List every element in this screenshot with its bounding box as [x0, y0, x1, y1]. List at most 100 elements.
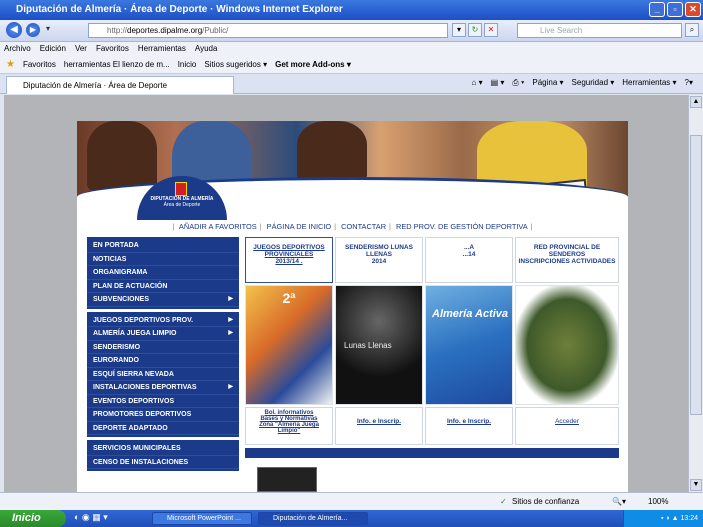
card-link-row: Bol. informativos Bases y Normativas Zona … — [245, 407, 619, 445]
fav-item-1[interactable]: herramientas El lienzo de m... — [64, 56, 170, 74]
sidebar-item-eurorando[interactable]: EURORANDO — [87, 354, 239, 368]
card-title-row: JUEGOS DEPORTIVOS PROVINCIALES 2013/14 . S… — [245, 237, 619, 283]
quick-launch-icons[interactable]: ◐ ◉ ▦ ▾ — [74, 512, 108, 523]
refresh-icon[interactable]: ↻ — [468, 23, 482, 37]
tray-icons[interactable]: ▪ ◑ ▲ — [661, 515, 680, 522]
poster-juegos-image[interactable]: 2ª — [245, 285, 333, 405]
fav-item-4[interactable]: Get more Add-ons ▾ — [275, 56, 351, 74]
clock: 13:24 — [680, 515, 698, 522]
scroll-up-icon[interactable]: ▲ — [690, 96, 702, 108]
fav-item-3[interactable]: Sitios sugeridos ▾ — [204, 56, 267, 74]
logo-subtitle: Área de Deporte — [163, 202, 201, 208]
browser-window: Diputación de Almería · Área de Deporte … — [0, 0, 703, 527]
tab-label: Diputación de Almería · Área de Deporte — [23, 81, 168, 90]
security-zone-label[interactable]: Sitios de confianza — [512, 493, 579, 511]
forward-icon[interactable]: ▶ — [26, 23, 40, 37]
sidebar-item-servicios-municipales[interactable]: SERVICIOS MUNICIPALES — [87, 442, 239, 456]
sidebar-item-almeria-juega-limpio[interactable]: ALMERÍA JUEGA LIMPIO ▶ — [87, 327, 239, 341]
sidebar-group: JUEGOS DEPORTIVOS PROV. ▶ ALMERÍA JUEGA L… — [87, 311, 239, 437]
nav-add-favorites[interactable]: AÑADIR A FAVORITOS — [179, 222, 257, 231]
print-icon[interactable]: ⎙ ▾ — [512, 78, 524, 88]
submenu-arrow-icon: ▶ — [228, 384, 233, 390]
scroll-thumb[interactable] — [690, 135, 702, 415]
card-image-row: 2ª Lunas Llenas Almería Activa — [245, 285, 619, 405]
windows-taskbar: Inicio ◐ ◉ ▦ ▾ Microsoft PowerPoint ... … — [0, 510, 703, 527]
search-placeholder: Live Search — [540, 26, 583, 35]
card-title-juegos[interactable]: JUEGOS DEPORTIVOS PROVINCIALES 2013/14 . — [245, 237, 333, 283]
poster-lunas-image[interactable]: Lunas Llenas — [335, 285, 423, 405]
athlete-image — [297, 121, 367, 181]
maximize-button[interactable]: ▫ — [667, 2, 683, 17]
zoom-icon[interactable]: 🔍▾ — [612, 493, 626, 511]
nav-contact[interactable]: CONTACTAR — [341, 222, 386, 231]
task-powerpoint[interactable]: Microsoft PowerPoint ... — [152, 512, 252, 525]
fav-item-2[interactable]: Inicio — [178, 56, 197, 74]
link-info-inscrip-1[interactable]: Info. e Inscrip. — [335, 407, 423, 445]
cmd-seguridad[interactable]: Seguridad ▾ — [572, 78, 615, 88]
submenu-arrow-icon: ▶ — [228, 316, 233, 323]
link-acceder[interactable]: Acceder — [515, 407, 619, 445]
sidebar-item-esqui[interactable]: ESQUÍ SIERRA NEVADA — [87, 368, 239, 381]
link-boletines[interactable]: Bol. informativos Bases y Normativas Zona … — [245, 407, 333, 445]
address-dropdown-icon[interactable]: ▾ — [452, 23, 466, 37]
tab-active[interactable]: Diputación de Almería · Área de Deporte — [6, 76, 234, 94]
home-icon[interactable]: ⌂ ▾ — [472, 78, 483, 88]
address-input[interactable]: http://deportes.dipalme.org/Public/ — [88, 23, 448, 38]
sidebar-group: SERVICIOS MUNICIPALES CENSO DE INSTALACI… — [87, 440, 239, 471]
card-title-senderismo[interactable]: SENDERISMO LUNAS LLENAS 2014 — [335, 237, 423, 283]
address-bar-row: ◀ ▶ ▾ http://deportes.dipalme.org/Public… — [0, 20, 703, 42]
task-ie-diputacion[interactable]: Diputación de Almería... — [258, 512, 368, 525]
nav-home-page[interactable]: PÁGINA DE INICIO — [267, 222, 331, 231]
map-senderos-image[interactable] — [515, 285, 619, 405]
favorites-label[interactable]: Favoritos — [23, 56, 56, 74]
web-page: 077 DIPUTACIÓN DE ALMERÍA Área de Deport… — [77, 121, 628, 492]
submenu-arrow-icon: ▶ — [228, 296, 233, 302]
sidebar-item-plan-actuacion[interactable]: PLAN DE ACTUACIÓN — [87, 280, 239, 293]
nav-red-provincial[interactable]: RED PROV. DE GESTIÓN DEPORTIVA — [396, 222, 528, 231]
menu-bar: Archivo Edición Ver Favoritos Herramient… — [0, 42, 703, 56]
sidebar-item-deporte-adaptado[interactable]: DEPORTE ADAPTADO — [87, 422, 239, 435]
search-input[interactable]: Live Search — [517, 23, 682, 38]
menu-archivo[interactable]: Archivo — [4, 42, 31, 56]
menu-ayuda[interactable]: Ayuda — [195, 42, 218, 56]
address-path: /Public/ — [202, 26, 229, 35]
sidebar-item-eventos[interactable]: EVENTOS DEPORTIVOS — [87, 395, 239, 408]
help-icon[interactable]: ?▾ — [685, 78, 693, 88]
cmd-herramientas[interactable]: Herramientas ▾ — [622, 78, 676, 88]
poster-almeria-activa-image[interactable]: Almería Activa — [425, 285, 513, 405]
sidebar-item-senderismo[interactable]: SENDERISMO — [87, 341, 239, 354]
cmd-pagina[interactable]: Página ▾ — [532, 78, 563, 88]
menu-herramientas[interactable]: Herramientas — [138, 42, 186, 56]
back-icon[interactable]: ◀ — [6, 22, 22, 38]
link-info-inscrip-2[interactable]: Info. e Inscrip. — [425, 407, 513, 445]
stop-icon[interactable]: ✕ — [484, 23, 498, 37]
start-button[interactable]: Inicio — [0, 510, 66, 527]
sidebar-item-subvenciones[interactable]: SUBVENCIONES ▶ — [87, 293, 239, 307]
sidebar-item-en-portada[interactable]: EN PORTADA — [87, 239, 239, 253]
search-icon[interactable]: ⌕ — [685, 23, 699, 37]
bottom-thumbnail-image[interactable] — [257, 467, 317, 492]
menu-favoritos[interactable]: Favoritos — [96, 42, 129, 56]
zoom-level[interactable]: 100% — [648, 493, 668, 511]
sidebar-item-organigrama[interactable]: ORGANIGRAMA — [87, 266, 239, 280]
menu-edicion[interactable]: Edición — [40, 42, 66, 56]
sidebar-item-juegos-deportivos[interactable]: JUEGOS DEPORTIVOS PROV. ▶ — [87, 314, 239, 327]
menu-ver[interactable]: Ver — [75, 42, 87, 56]
sidebar-menu: EN PORTADA NOTICIAS ORGANIGRAMA PLAN DE … — [87, 237, 239, 492]
close-button[interactable]: ✕ — [685, 2, 701, 17]
sidebar-item-instalaciones[interactable]: INSTALACIONES DEPORTIVAS ▶ — [87, 381, 239, 395]
window-title: Diputación de Almería · Área de Deporte … — [16, 4, 343, 15]
page-viewport: 077 DIPUTACIÓN DE ALMERÍA Área de Deport… — [4, 95, 688, 492]
feeds-icon[interactable]: ▤ ▾ — [491, 78, 505, 88]
main-content: JUEGOS DEPORTIVOS PROVINCIALES 2013/14 . S… — [245, 229, 619, 492]
sidebar-item-censo[interactable]: CENSO DE INSTALACIONES — [87, 456, 239, 469]
card-title-red-senderos[interactable]: RED PROVINCIAL DE SENDEROS INSCRIPCIONES A… — [515, 237, 619, 283]
sidebar-item-promotores[interactable]: PROMOTORES DEPORTIVOS — [87, 408, 239, 422]
sidebar-item-noticias[interactable]: NOTICIAS — [87, 253, 239, 266]
minimize-button[interactable]: _ — [649, 2, 665, 17]
vertical-scrollbar[interactable]: ▲ ▼ — [688, 95, 703, 492]
sidebar-group: EN PORTADA NOTICIAS ORGANIGRAMA PLAN DE … — [87, 237, 239, 309]
scroll-down-icon[interactable]: ▼ — [690, 479, 702, 491]
favorites-star-icon[interactable]: ★ — [6, 56, 15, 74]
history-dropdown-icon[interactable]: ▾ — [46, 24, 50, 33]
